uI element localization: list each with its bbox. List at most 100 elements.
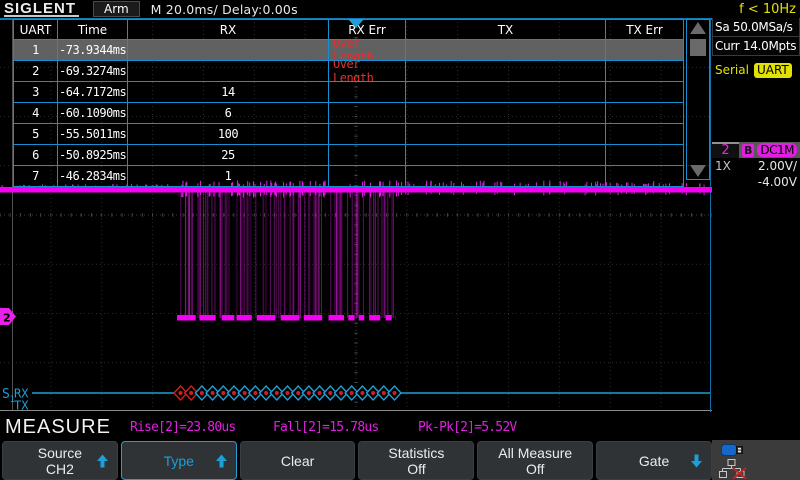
measure-bar: MEASURE Rise[2]=23.80us Fall[2]=15.78us … [0, 412, 800, 440]
menu-button-clear[interactable]: Clear [240, 441, 356, 480]
cell-rx_err [329, 82, 406, 102]
probe-attenuation: 1X [715, 159, 731, 173]
table-row[interactable]: 2-69.3274ms Over Length [14, 61, 683, 82]
cell-time: -50.8925ms [58, 145, 128, 165]
cell-rx [128, 40, 329, 60]
coupling-badge: DC1M [757, 143, 797, 157]
serial-decode-status[interactable]: Serial UART [712, 61, 800, 79]
measurement-rise: Rise[2]=23.80us [130, 420, 235, 435]
menu-button-label: All Measure [498, 445, 572, 461]
timebase-readout: M 20.0ms/ Delay:0.00s [151, 2, 298, 17]
siglent-logo: SIGLENT [4, 2, 79, 17]
menu-button-all-measure[interactable]: All MeasureOff [477, 441, 593, 480]
cell-tx_err [606, 82, 683, 102]
column-header: UART [14, 20, 58, 39]
usb-icon [721, 443, 744, 457]
menu-bar: SourceCH2TypeClearStatisticsOffAll Measu… [0, 440, 712, 480]
table-row[interactable]: 4-60.1090ms6 [14, 103, 683, 124]
cell-time: -73.9344ms [58, 40, 128, 60]
svg-text:2: 2 [3, 312, 11, 325]
cell-tx_err [606, 145, 683, 165]
cell-rx [128, 61, 329, 81]
cell-rx_err [329, 103, 406, 123]
trigger-position-marker[interactable] [348, 19, 364, 28]
cell-rx_err [329, 166, 406, 186]
column-header: Time [58, 20, 128, 39]
top-status-bar: SIGLENT Arm M 20.0ms/ Delay:0.00s f < 10… [0, 0, 800, 18]
column-header: RX [128, 20, 329, 39]
menu-button-label: Source [38, 445, 82, 461]
uart-decode-table: UARTTimeRXRX ErrTXTX Err 1 -73.9344ms Over … [13, 19, 684, 187]
table-row[interactable]: 7-46.2834ms1 [14, 166, 683, 186]
cell-idx: 4 [14, 103, 58, 123]
table-row[interactable]: 6-50.8925ms25 [14, 145, 683, 166]
cell-time: -60.1090ms [58, 103, 128, 123]
cell-tx_err [606, 166, 683, 186]
cell-tx [406, 103, 606, 123]
cell-tx_err [606, 103, 683, 123]
serial-protocol-badge: UART [754, 63, 792, 78]
menu-button-gate[interactable]: Gate [596, 441, 712, 480]
chevron-up-icon [97, 454, 108, 467]
channel-offset: -4.00V [758, 175, 797, 189]
menu-button-label: Type [164, 453, 194, 469]
column-header: TX Err [606, 20, 683, 39]
menu-button-label: Clear [281, 453, 314, 469]
serial-label: Serial [715, 63, 749, 77]
table-row[interactable]: 1-73.9344msOver Length [14, 40, 683, 61]
cell-tx_err [606, 124, 683, 144]
cell-rx_err [329, 124, 406, 144]
table-row[interactable]: 3-64.7172ms14 [14, 82, 683, 103]
menu-button-type[interactable]: Type [121, 441, 237, 480]
scroll-down-icon[interactable] [690, 165, 706, 177]
volts-per-div: 2.00V/ [758, 159, 797, 173]
column-header: RX Err [329, 20, 406, 39]
acquisition-info: Sa 50.0MSa/s Curr 14.0Mpts [712, 18, 800, 56]
cell-time: -46.2834ms [58, 166, 128, 186]
cell-tx_err [606, 40, 683, 60]
cell-tx [406, 82, 606, 102]
cell-tx [406, 40, 606, 60]
table-row[interactable]: 5-55.5011ms100 [14, 124, 683, 145]
bandwidth-limit-badge: B [742, 144, 754, 157]
measurement-fall: Fall[2]=15.78us [273, 420, 378, 435]
scrollbar-thumb[interactable] [690, 39, 706, 56]
scroll-up-icon[interactable] [690, 22, 706, 34]
cell-idx: 6 [14, 145, 58, 165]
cell-rx_err: Over Length [329, 40, 406, 60]
svg-text:TX: TX [14, 399, 29, 413]
frequency-counter: f < 10Hz [739, 2, 796, 17]
cell-tx [406, 61, 606, 81]
measurement-pkpk: Pk-Pk[2]=5.52V [418, 420, 516, 435]
cell-time: -69.3274ms [58, 61, 128, 81]
cell-idx: 7 [14, 166, 58, 186]
cell-rx: 14 [128, 82, 329, 102]
cell-rx_err: Over Length [329, 61, 406, 81]
cell-idx: 3 [14, 82, 58, 102]
cell-time: -64.7172ms [58, 82, 128, 102]
cell-rx_err [329, 145, 406, 165]
channel2-number: 2 [712, 142, 739, 158]
cell-rx: 6 [128, 103, 329, 123]
cell-rx: 100 [128, 124, 329, 144]
trigger-status-badge: Arm [93, 1, 140, 17]
channel2-info-box[interactable]: 2 B DC1M 1X 2.00V/ -4.00V [712, 142, 800, 190]
status-icon-panel [712, 440, 800, 480]
chevron-up-icon [216, 454, 227, 467]
sample-rate-readout: Sa 50.0MSa/s [712, 17, 800, 37]
cell-tx [406, 145, 606, 165]
cell-idx: 2 [14, 61, 58, 81]
lan-disconnected-icon [719, 459, 747, 479]
menu-button-label: Gate [639, 453, 669, 469]
cell-tx_err [606, 61, 683, 81]
table-scrollbar[interactable] [686, 19, 710, 180]
menu-button-label: Off [526, 461, 544, 477]
menu-button-label: Statistics [388, 445, 444, 461]
column-header: TX [406, 20, 606, 39]
cell-time: -55.5011ms [58, 124, 128, 144]
cell-tx [406, 166, 606, 186]
menu-button-source[interactable]: SourceCH2 [2, 441, 118, 480]
menu-button-statistics[interactable]: StatisticsOff [358, 441, 474, 480]
cell-rx: 1 [128, 166, 329, 186]
memory-depth-readout: Curr 14.0Mpts [712, 36, 800, 56]
